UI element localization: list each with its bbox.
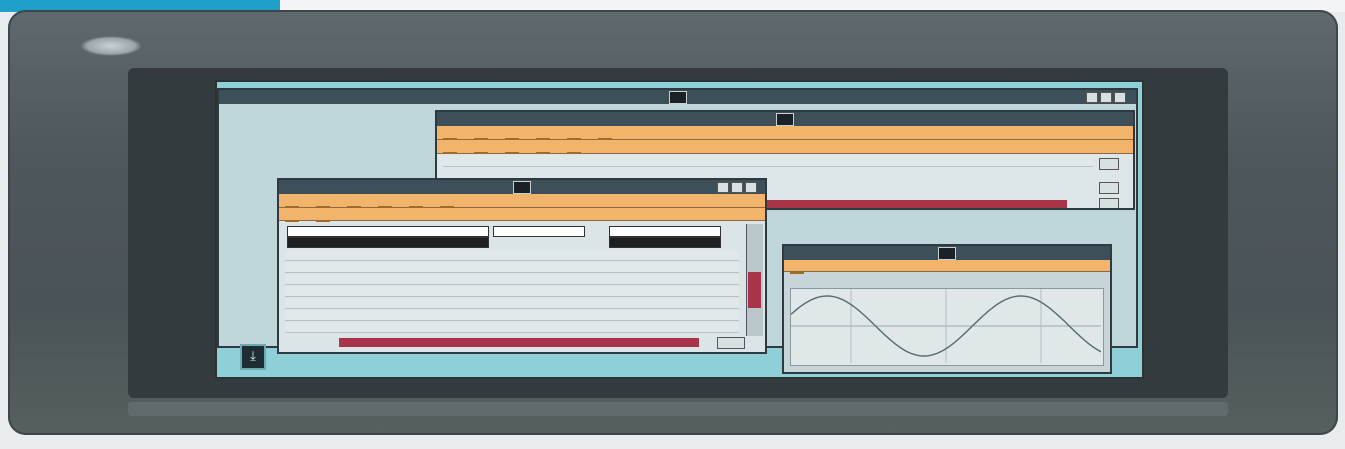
dialog-scrollbar[interactable] (746, 224, 763, 336)
graph-title (938, 247, 956, 260)
inner-menu-item[interactable] (505, 152, 520, 154)
dialog-menu-item[interactable] (316, 220, 331, 222)
dialog-row (285, 310, 739, 321)
inner-menu-item[interactable] (567, 152, 582, 154)
inner-menu-item[interactable] (443, 152, 457, 154)
scrollbar-thumb[interactable] (748, 272, 761, 308)
inner-menubar-row2 (437, 140, 1133, 154)
inner-menu-item[interactable] (536, 152, 551, 154)
dialog-input-field[interactable] (493, 226, 585, 237)
bezel-bottom-edge (128, 402, 1228, 416)
graph-window (782, 244, 1112, 374)
main-window-titlebar[interactable] (219, 90, 1136, 104)
dialog-selected-field[interactable] (287, 237, 489, 248)
close-icon[interactable] (1114, 92, 1126, 103)
maximize-icon[interactable] (731, 182, 743, 193)
graph-titlebar[interactable] (784, 246, 1110, 260)
dialog-row (285, 262, 739, 273)
dialog-menubar-row1 (279, 194, 765, 208)
dialog-window (277, 178, 767, 354)
inner-menubar-row1 (437, 126, 1133, 140)
graph-menu-item[interactable] (790, 272, 804, 274)
dialog-input-field[interactable] (609, 226, 721, 237)
close-icon[interactable] (745, 182, 757, 193)
maximize-icon[interactable] (1100, 92, 1112, 103)
dialog-row (285, 298, 739, 309)
main-window-title (668, 91, 687, 104)
monitor-photo: ⤓ (0, 0, 1345, 449)
inner-menu-item[interactable] (474, 152, 489, 154)
inner-status-line (443, 156, 1093, 167)
sine-wave-chart (790, 289, 1102, 363)
graph-menubar (784, 260, 1110, 274)
minimize-icon[interactable] (717, 182, 729, 193)
inner-side-button[interactable] (1099, 198, 1119, 208)
minimize-icon[interactable] (1086, 92, 1098, 103)
inner-progress-bar (767, 200, 1067, 208)
dialog-selected-field[interactable] (609, 237, 721, 248)
app-icon[interactable]: ⤓ (240, 344, 266, 370)
dialog-row (285, 274, 739, 285)
dialog-progress-bar (339, 338, 699, 347)
dialog-row (285, 250, 739, 261)
dialog-input-field[interactable] (287, 226, 489, 237)
inner-window-titlebar[interactable] (437, 112, 1133, 126)
graph-plot-area (790, 288, 1104, 366)
dialog-title (513, 181, 531, 194)
ok-button[interactable] (717, 337, 745, 349)
dialog-menubar-row2 (279, 208, 765, 222)
dialog-menu-item[interactable] (285, 220, 299, 222)
dialog-row (285, 286, 739, 297)
screen: ⤓ (215, 80, 1144, 379)
dialog-row (285, 322, 739, 333)
dialog-titlebar[interactable] (279, 180, 765, 194)
inner-side-button[interactable] (1099, 182, 1119, 194)
inner-side-button[interactable] (1099, 158, 1119, 170)
brand-logo (80, 36, 142, 56)
inner-window-title (776, 113, 794, 126)
